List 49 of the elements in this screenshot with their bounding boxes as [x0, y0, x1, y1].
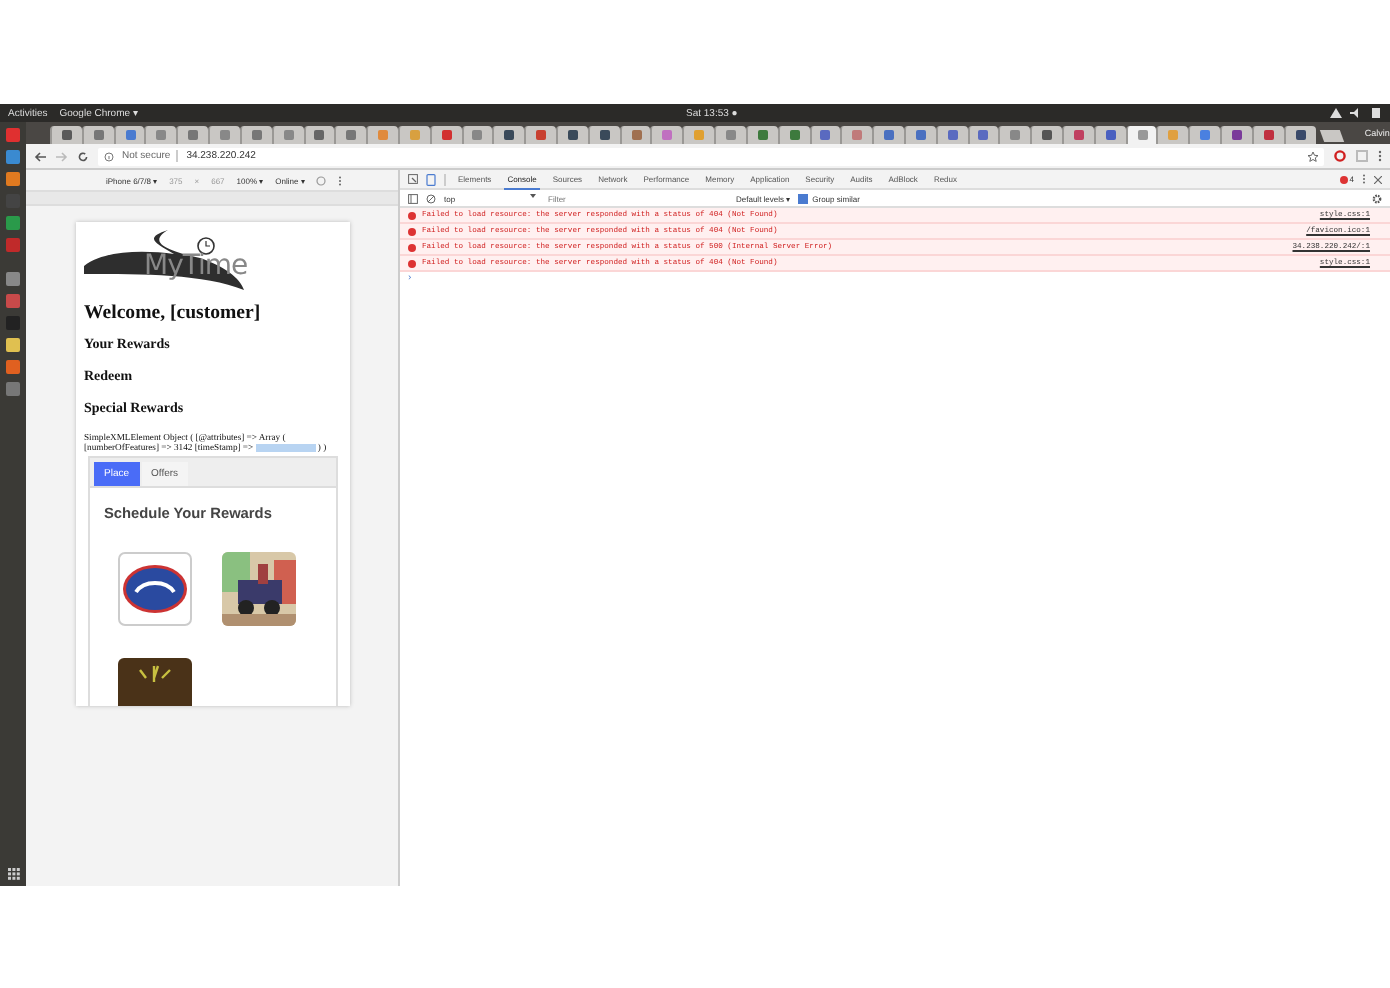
browser-tab[interactable] [967, 126, 999, 144]
browser-tab[interactable] [809, 126, 841, 144]
browser-tab[interactable] [492, 126, 525, 144]
inspect-icon[interactable] [408, 174, 418, 184]
clear-icon[interactable] [426, 193, 436, 203]
browser-tab[interactable] [777, 126, 809, 144]
logo-tile[interactable] [118, 552, 192, 627]
browser-tab[interactable] [587, 126, 620, 144]
star-icon[interactable] [1308, 151, 1318, 161]
app-grid-icon[interactable] [7, 868, 19, 880]
speaker-icon[interactable] [1350, 108, 1362, 118]
browser-tab[interactable] [556, 126, 588, 144]
sidebar-icon[interactable] [408, 193, 418, 203]
browser-tab[interactable] [524, 126, 556, 144]
rotate-icon[interactable] [316, 175, 327, 185]
network-icon[interactable] [1330, 108, 1342, 118]
browser-tab[interactable] [872, 126, 904, 144]
browser-tab[interactable] [239, 126, 272, 144]
extension-icon[interactable] [1356, 150, 1368, 162]
new-tab-button[interactable] [1318, 130, 1343, 142]
error-icon [1339, 175, 1348, 183]
browser-tab[interactable] [1062, 126, 1094, 144]
browser-tab[interactable] [1093, 126, 1126, 144]
browser-tab[interactable] [1283, 126, 1315, 144]
device-toggle-icon[interactable] [426, 173, 436, 185]
browser-tab[interactable] [745, 126, 778, 144]
browser-tab[interactable] [1251, 126, 1284, 144]
browser-tab[interactable] [50, 126, 82, 144]
browser-tab[interactable] [334, 126, 367, 144]
browser-tab[interactable] [113, 126, 145, 144]
browser-tab[interactable] [935, 126, 968, 144]
forward-icon[interactable] [56, 151, 68, 161]
browser-tab[interactable] [1188, 126, 1221, 144]
browser-tab[interactable] [619, 126, 651, 144]
opera-icon[interactable] [1334, 150, 1346, 162]
browser-tab[interactable] [1030, 126, 1062, 144]
settings-icon[interactable] [1372, 193, 1382, 203]
battery-icon[interactable] [1370, 108, 1382, 118]
browser-tab[interactable] [1220, 126, 1252, 144]
browser-tab[interactable] [903, 126, 936, 144]
welcome-heading: Welcome, [customer] [84, 302, 263, 324]
browser-tab[interactable] [1125, 126, 1157, 144]
browser-tab[interactable] [176, 126, 209, 144]
close-icon[interactable] [1374, 175, 1382, 183]
browser-tab[interactable] [429, 126, 462, 144]
browser-tab[interactable] [303, 126, 335, 144]
back-icon[interactable] [34, 151, 46, 161]
info-icon[interactable] [104, 151, 114, 161]
reload-icon[interactable] [78, 151, 88, 161]
